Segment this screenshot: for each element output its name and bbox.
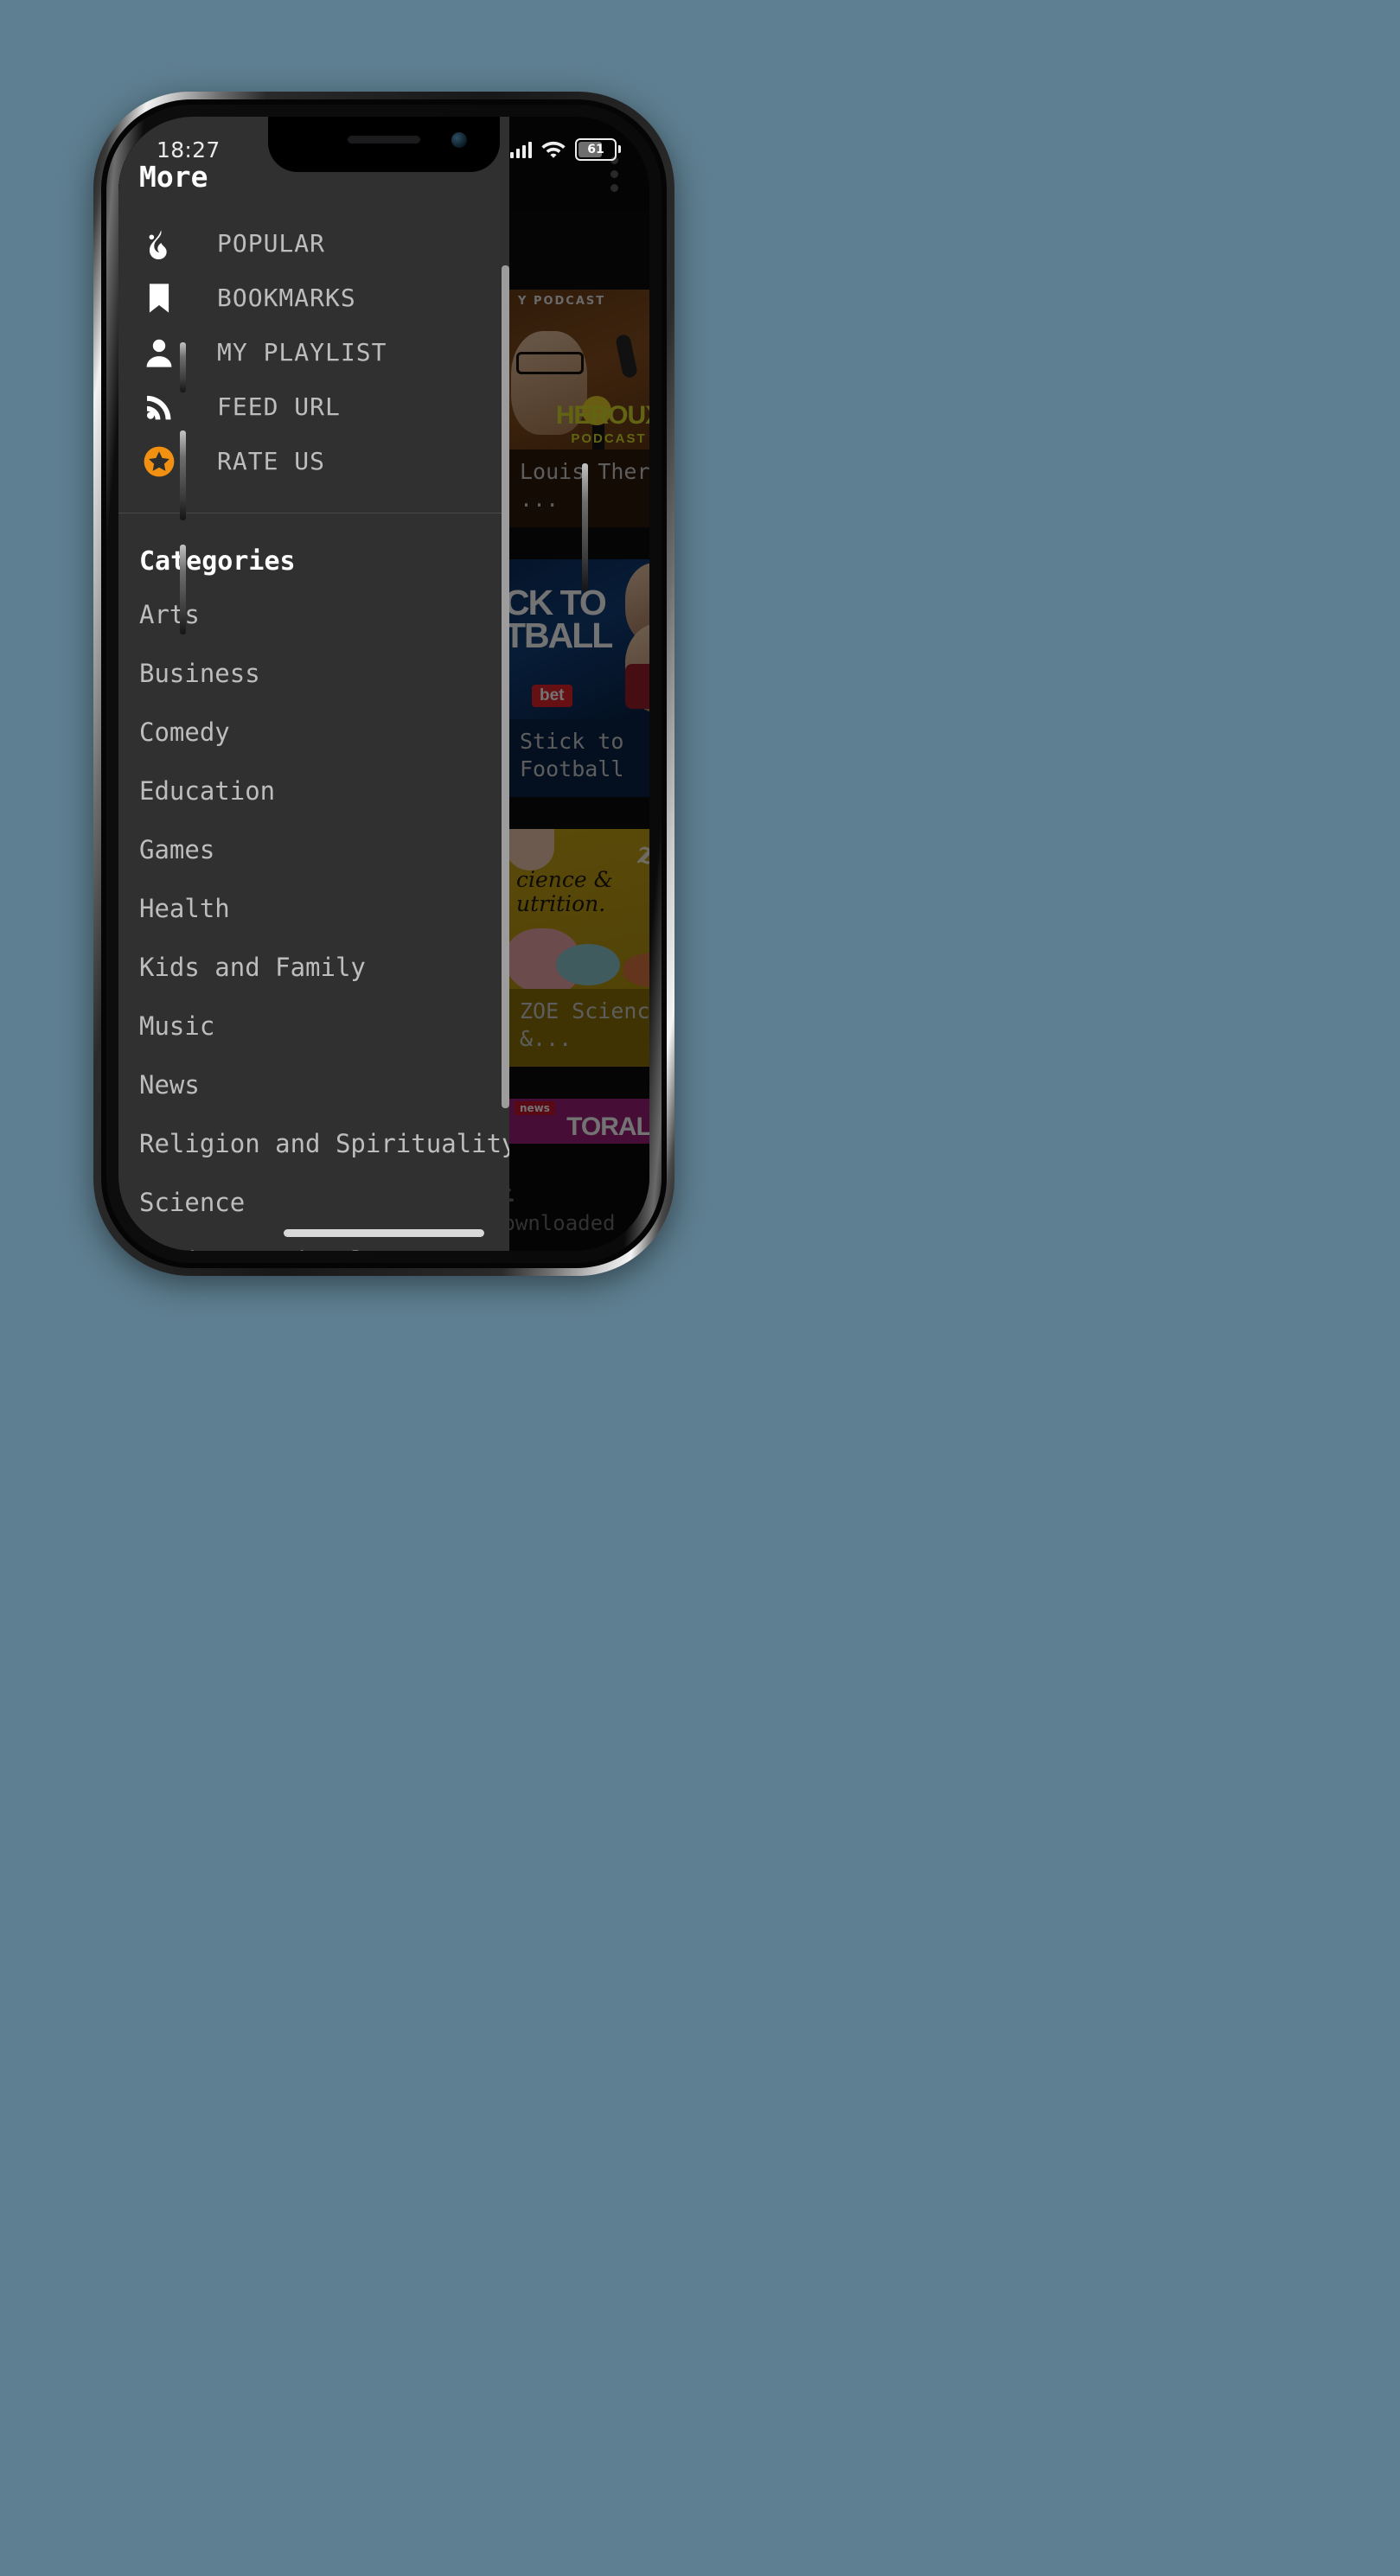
- battery-icon: 61: [575, 138, 621, 161]
- battery-level: 61: [587, 143, 604, 156]
- category-item[interactable]: Comedy: [118, 703, 509, 762]
- menu-item-my-playlist[interactable]: MY PLAYLIST: [118, 325, 509, 379]
- star-circle-icon: [139, 445, 179, 478]
- categories-heading: Categories: [139, 546, 296, 577]
- status-time: 18:27: [157, 137, 221, 163]
- screenshot-root: Y PODCAST HEROUX PODCAST Louis Theroux: [0, 0, 1400, 2576]
- phone-bezel-inner: Y PODCAST HEROUX PODCAST Louis Theroux: [106, 105, 662, 1263]
- drawer-scrollbar[interactable]: [502, 265, 509, 1108]
- categories-list: Arts Business Comedy Education Games Hea…: [118, 585, 509, 1251]
- menu-item-feed-url[interactable]: FEED URL: [118, 379, 509, 434]
- menu-item-label: FEED URL: [217, 392, 341, 421]
- category-item[interactable]: Religion and Spirituality: [118, 1114, 509, 1173]
- status-indicators: 61: [509, 138, 621, 161]
- navigation-drawer: More POPULAR BOOKMARKS MY PLAYLIST FEED …: [118, 117, 509, 1251]
- mute-switch[interactable]: [180, 342, 186, 392]
- category-item[interactable]: Education: [118, 762, 509, 820]
- category-item[interactable]: Music: [118, 997, 509, 1055]
- app-root: Y PODCAST HEROUX PODCAST Louis Theroux: [118, 117, 649, 1251]
- person-icon: [139, 337, 179, 368]
- menu-item-label: POPULAR: [217, 229, 326, 258]
- category-item[interactable]: Games: [118, 820, 509, 879]
- phone-screen: Y PODCAST HEROUX PODCAST Louis Theroux: [118, 117, 649, 1251]
- category-item[interactable]: News: [118, 1055, 509, 1114]
- signal-bars-icon: [509, 141, 532, 158]
- category-item[interactable]: Arts: [118, 585, 509, 644]
- earpiece-speaker: [348, 136, 420, 143]
- menu-item-label: MY PLAYLIST: [217, 338, 387, 367]
- category-item[interactable]: Health: [118, 879, 509, 938]
- flame-icon: [139, 228, 179, 259]
- bookmark-icon: [139, 283, 179, 314]
- notch: [268, 117, 500, 172]
- category-item[interactable]: Science: [118, 1173, 509, 1232]
- volume-down-button[interactable]: [180, 545, 186, 634]
- menu-item-label: BOOKMARKS: [217, 284, 356, 312]
- category-item[interactable]: Business: [118, 644, 509, 703]
- drawer-menu: POPULAR BOOKMARKS MY PLAYLIST FEED URL R…: [118, 216, 509, 499]
- menu-item-bookmarks[interactable]: BOOKMARKS: [118, 271, 509, 325]
- phone-bezel-outer: Y PODCAST HEROUX PODCAST Louis Theroux: [101, 99, 667, 1268]
- front-camera: [451, 132, 467, 148]
- menu-item-popular[interactable]: POPULAR: [118, 216, 509, 271]
- menu-item-label: RATE US: [217, 447, 326, 475]
- home-indicator[interactable]: [284, 1229, 484, 1237]
- wifi-icon: [541, 140, 566, 159]
- power-button[interactable]: [582, 463, 588, 591]
- phone-frame: Y PODCAST HEROUX PODCAST Louis Theroux: [93, 92, 674, 1276]
- menu-item-rate-us[interactable]: RATE US: [118, 434, 509, 488]
- rss-icon: [139, 392, 179, 422]
- category-item[interactable]: Kids and Family: [118, 938, 509, 997]
- volume-up-button[interactable]: [180, 430, 186, 520]
